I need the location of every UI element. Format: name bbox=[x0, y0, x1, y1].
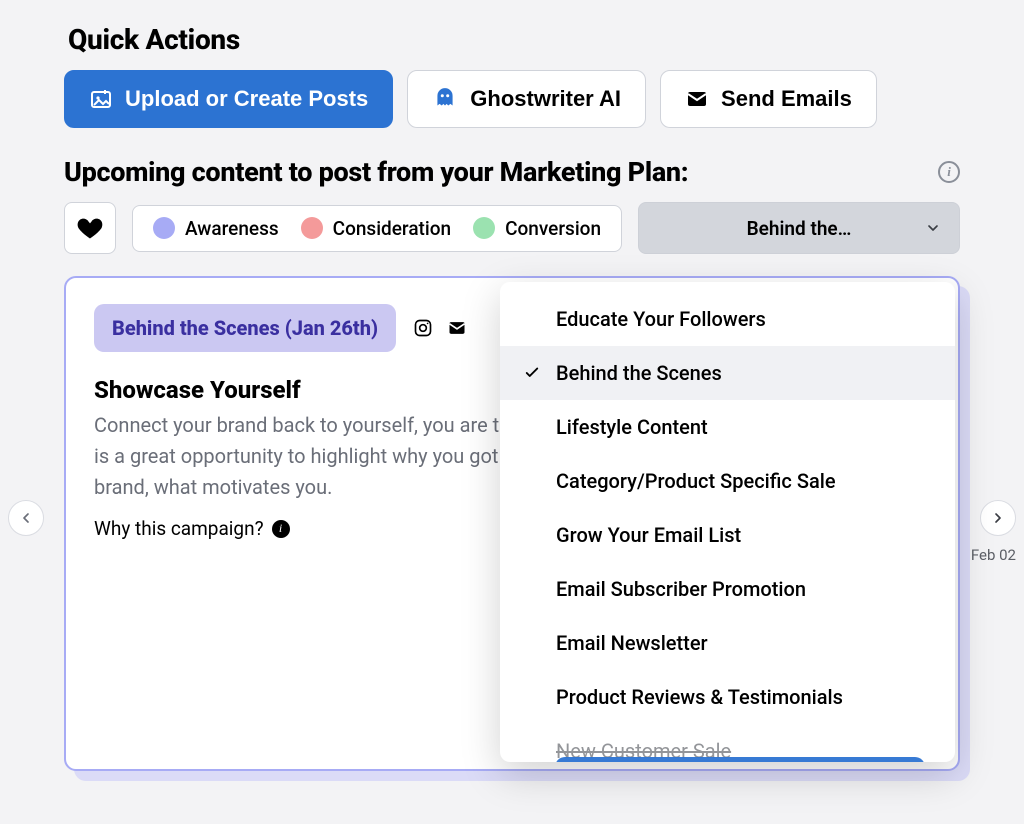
dropdown-option[interactable]: Lifestyle Content bbox=[500, 400, 955, 454]
button-label: Upload or Create Posts bbox=[125, 86, 368, 112]
image-plus-icon bbox=[89, 87, 113, 111]
legend-consideration: Consideration bbox=[301, 217, 451, 240]
option-label: Product Reviews & Testimonials bbox=[556, 685, 843, 709]
upcoming-content-heading: Upcoming content to post from your Marke… bbox=[64, 156, 938, 188]
dropdown-option[interactable]: Email Subscriber Promotion bbox=[500, 562, 955, 616]
check-icon bbox=[522, 364, 542, 382]
option-label: Grow Your Email List bbox=[556, 523, 741, 547]
legend-dot bbox=[473, 217, 495, 239]
dropdown-option[interactable]: Category/Product Specific Sale bbox=[500, 454, 955, 508]
select-value: Behind the… bbox=[747, 217, 852, 240]
option-label: Email Subscriber Promotion bbox=[556, 577, 806, 601]
favorites-toggle[interactable] bbox=[64, 202, 116, 254]
carousel-next-button[interactable] bbox=[980, 500, 1016, 536]
option-label: Category/Product Specific Sale bbox=[556, 469, 836, 493]
envelope-icon bbox=[444, 315, 470, 341]
upload-create-posts-button[interactable]: Upload or Create Posts bbox=[64, 70, 393, 128]
heart-icon bbox=[76, 214, 104, 242]
campaign-type-select[interactable]: Behind the… bbox=[638, 202, 960, 254]
blue-strip bbox=[555, 757, 925, 762]
chevron-down-icon bbox=[925, 220, 941, 236]
legend-dot bbox=[301, 217, 323, 239]
dropdown-option[interactable]: Grow Your Email List bbox=[500, 508, 955, 562]
legend-label: Awareness bbox=[185, 217, 279, 240]
button-label: Send Emails bbox=[721, 86, 852, 112]
option-label: Email Newsletter bbox=[556, 631, 708, 655]
legend: Awareness Consideration Conversion bbox=[132, 205, 622, 252]
legend-dot bbox=[153, 217, 175, 239]
send-emails-button[interactable]: Send Emails bbox=[660, 70, 877, 128]
dropdown-option[interactable]: Email Newsletter bbox=[500, 616, 955, 670]
dropdown-option[interactable]: Behind the Scenes bbox=[500, 346, 955, 400]
legend-conversion: Conversion bbox=[473, 217, 601, 240]
campaign-type-dropdown: Educate Your Followers Behind the Scenes… bbox=[500, 282, 955, 762]
quick-actions-heading: Quick Actions bbox=[68, 23, 960, 56]
info-filled-icon: i bbox=[272, 520, 290, 538]
card-tag: Behind the Scenes (Jan 26th) bbox=[94, 304, 396, 352]
info-icon[interactable]: i bbox=[938, 161, 960, 183]
button-label: Ghostwriter AI bbox=[470, 86, 621, 112]
chevron-right-icon bbox=[990, 510, 1006, 526]
quick-actions-row: Upload or Create Posts Ghostwriter AI Se… bbox=[64, 70, 960, 128]
legend-label: Consideration bbox=[333, 217, 451, 240]
next-card-date: Feb 02 bbox=[971, 546, 1016, 564]
ghostwriter-ai-button[interactable]: Ghostwriter AI bbox=[407, 70, 646, 128]
option-label: Lifestyle Content bbox=[556, 415, 708, 439]
envelope-icon bbox=[685, 87, 709, 111]
legend-awareness: Awareness bbox=[153, 217, 279, 240]
carousel-prev-button[interactable] bbox=[8, 500, 44, 536]
dropdown-option[interactable]: Product Reviews & Testimonials bbox=[500, 670, 955, 724]
why-label: Why this campaign? bbox=[94, 517, 264, 540]
legend-label: Conversion bbox=[505, 217, 601, 240]
ghost-icon bbox=[432, 86, 458, 112]
option-label: Behind the Scenes bbox=[556, 361, 722, 385]
instagram-icon bbox=[410, 315, 436, 341]
option-label: Educate Your Followers bbox=[556, 307, 766, 331]
chevron-left-icon bbox=[18, 510, 34, 526]
dropdown-option[interactable]: Educate Your Followers bbox=[500, 292, 955, 346]
dropdown-option-partial[interactable]: New Customer Sale bbox=[500, 724, 955, 762]
